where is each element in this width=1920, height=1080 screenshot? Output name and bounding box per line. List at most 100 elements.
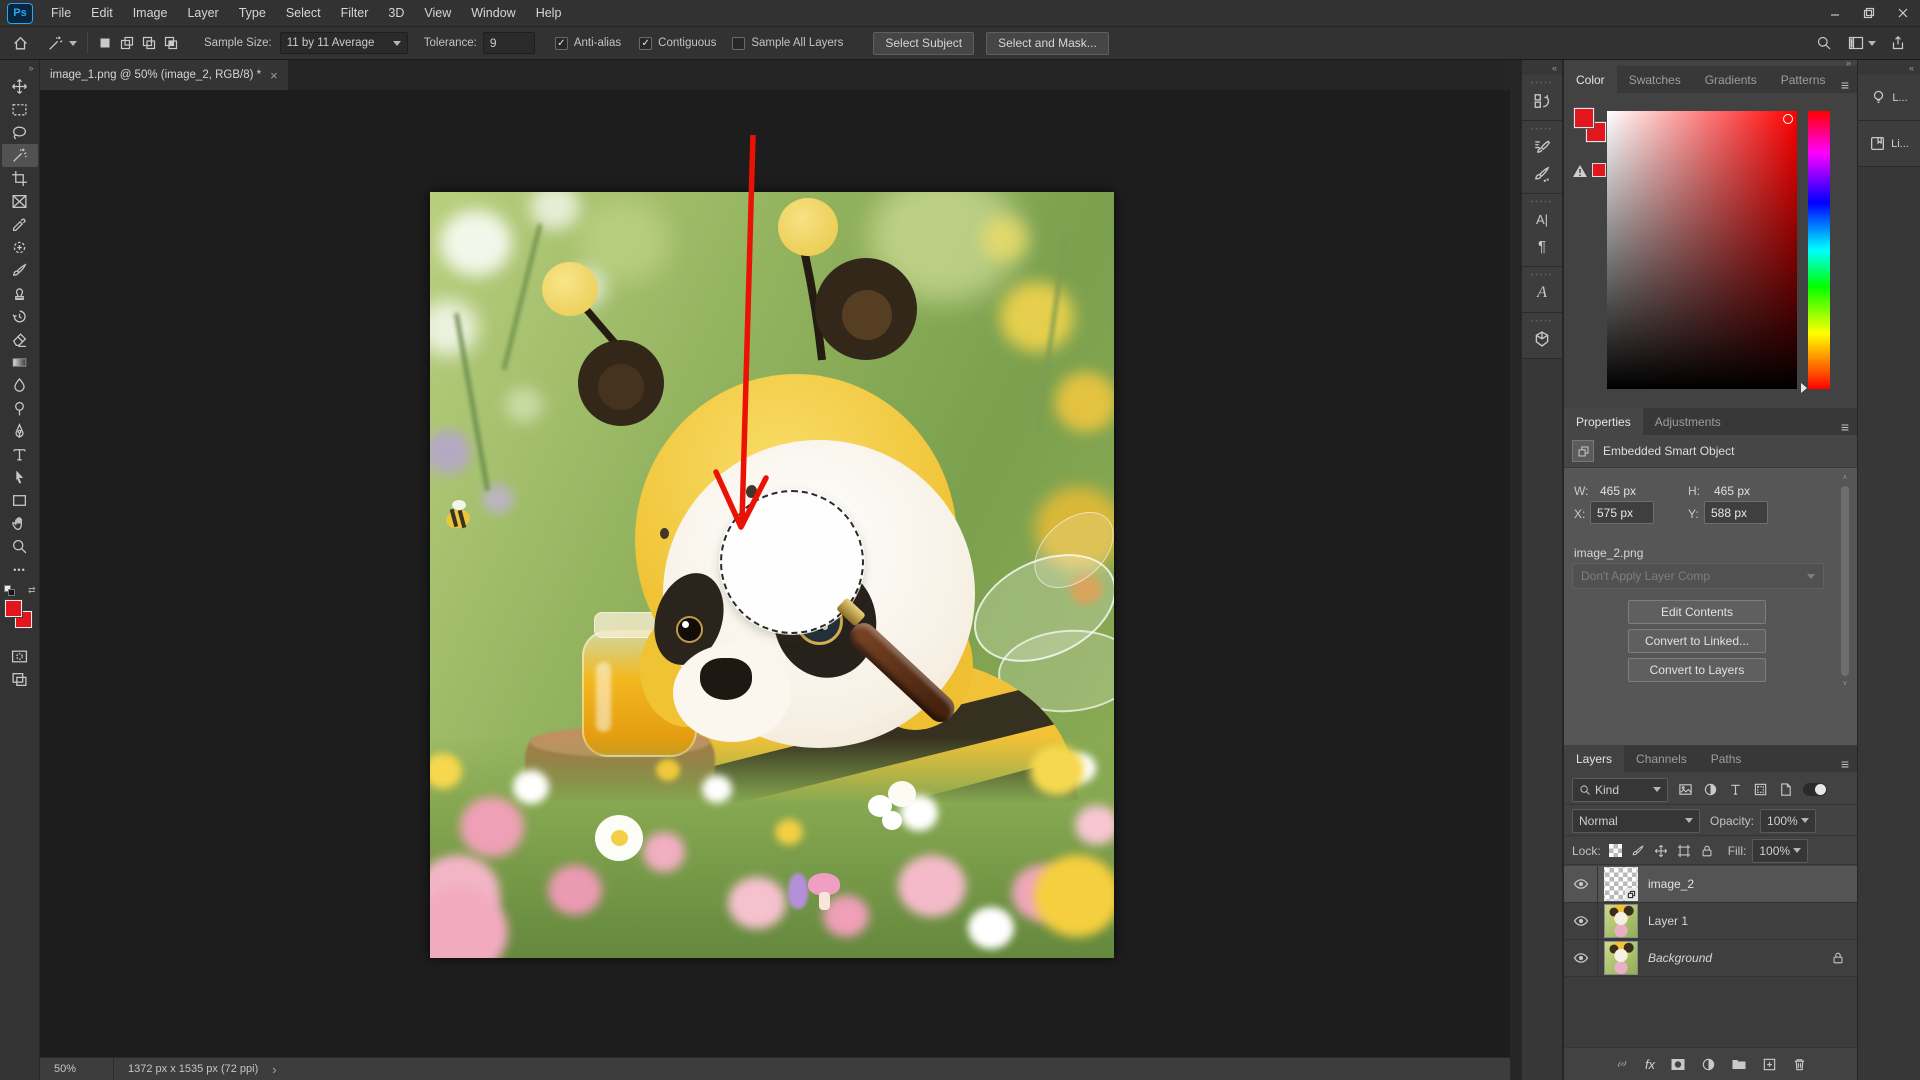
spot-healing-tool-icon[interactable] (2, 236, 38, 259)
paragraph-panel-icon[interactable]: ¶ (1525, 233, 1559, 260)
selection-add-icon[interactable] (120, 36, 134, 50)
filter-shape-icon[interactable] (1753, 782, 1768, 797)
tab-paths[interactable]: Paths (1699, 745, 1754, 772)
brush-tool-icon[interactable] (2, 259, 38, 282)
more-tools-icon[interactable]: ••• (2, 558, 38, 581)
hand-tool-icon[interactable] (2, 512, 38, 535)
layer-thumbnail[interactable] (1604, 904, 1638, 938)
anti-alias-checkbox[interactable]: ✓Anti-alias (555, 37, 621, 50)
tab-layers[interactable]: Layers (1564, 745, 1624, 772)
visibility-eye-icon[interactable] (1564, 940, 1598, 976)
new-adjustment-layer-icon[interactable] (1701, 1057, 1716, 1072)
marquee-tool-icon[interactable] (2, 98, 38, 121)
lock-transparency-icon[interactable] (1609, 844, 1622, 857)
menu-window[interactable]: Window (461, 0, 525, 27)
menu-3d[interactable]: 3D (378, 0, 414, 27)
gradient-tool-icon[interactable] (2, 351, 38, 374)
frame-tool-icon[interactable] (2, 190, 38, 213)
tab-gradients[interactable]: Gradients (1693, 66, 1769, 93)
eyedropper-tool-icon[interactable] (2, 213, 38, 236)
opacity-input[interactable]: 100% (1760, 809, 1816, 833)
workspace-icon[interactable] (1848, 35, 1876, 51)
filter-smart-object-icon[interactable] (1778, 782, 1793, 797)
lasso-tool-icon[interactable] (2, 121, 38, 144)
minimize-icon[interactable] (1818, 0, 1852, 26)
delete-layer-icon[interactable] (1792, 1057, 1807, 1072)
tab-swatches[interactable]: Swatches (1617, 66, 1693, 93)
eraser-tool-icon[interactable] (2, 328, 38, 351)
visibility-eye-icon[interactable] (1564, 866, 1598, 902)
history-brush-tool-icon[interactable] (2, 305, 38, 328)
select-and-mask-button[interactable]: Select and Mask... (986, 32, 1109, 55)
menu-type[interactable]: Type (229, 0, 276, 27)
layer-thumbnail[interactable] (1604, 941, 1638, 975)
convert-to-layers-button[interactable]: Convert to Layers (1628, 658, 1766, 682)
brushes-panel-icon[interactable] (1525, 160, 1559, 187)
dodge-tool-icon[interactable] (2, 397, 38, 420)
layer-comp-dropdown[interactable]: Don't Apply Layer Comp (1572, 563, 1824, 589)
convert-to-linked-button[interactable]: Convert to Linked... (1628, 629, 1766, 653)
layer-row-image-2[interactable]: image_2 (1564, 866, 1857, 903)
crop-tool-icon[interactable] (2, 167, 38, 190)
home-icon[interactable] (12, 35, 29, 52)
color-field[interactable] (1607, 111, 1797, 389)
menu-view[interactable]: View (414, 0, 461, 27)
brush-settings-panel-icon[interactable] (1525, 133, 1559, 160)
rail-collapse-icon[interactable]: « (1522, 60, 1562, 75)
restore-icon[interactable] (1852, 0, 1886, 26)
sample-all-layers-checkbox[interactable]: ✓Sample All Layers (732, 37, 843, 50)
layer-filter-dropdown[interactable]: Kind (1572, 778, 1668, 802)
tab-properties[interactable]: Properties (1564, 408, 1643, 435)
menu-layer[interactable]: Layer (177, 0, 228, 27)
glyphs-panel-icon[interactable]: A (1525, 279, 1559, 306)
x-input[interactable]: 575 px (1590, 501, 1654, 524)
menu-help[interactable]: Help (526, 0, 572, 27)
layer-name[interactable]: Background (1648, 951, 1712, 965)
share-icon[interactable] (1890, 35, 1906, 51)
layer-thumbnail[interactable] (1604, 867, 1638, 901)
foreground-color-swatch[interactable] (5, 600, 22, 617)
status-chevron-icon[interactable]: › (272, 1062, 276, 1077)
filter-image-icon[interactable] (1678, 782, 1693, 797)
layer-lock-icon[interactable] (1831, 951, 1845, 965)
layer-name[interactable]: image_2 (1648, 877, 1694, 891)
color-foreground-swatch[interactable] (1574, 108, 1594, 128)
learn-panel-button[interactable]: L... (1858, 75, 1920, 121)
screen-mode-icon[interactable] (2, 668, 38, 691)
color-panel-menu-icon[interactable]: ≡ (1841, 77, 1849, 93)
3d-panel-icon[interactable] (1525, 325, 1559, 352)
properties-scrollbar[interactable]: ˄ ˅ (1839, 474, 1851, 729)
filter-type-icon[interactable] (1728, 782, 1743, 797)
canvas-image[interactable] (430, 192, 1114, 958)
tab-adjustments[interactable]: Adjustments (1643, 408, 1733, 435)
new-group-icon[interactable] (1731, 1056, 1747, 1072)
pen-tool-icon[interactable] (2, 420, 38, 443)
blur-tool-icon[interactable] (2, 374, 38, 397)
foreground-background-colors[interactable]: ⇄ (2, 585, 38, 637)
character-panel-icon[interactable]: A| (1525, 206, 1559, 233)
quick-mask-icon[interactable] (2, 645, 38, 668)
select-subject-button[interactable]: Select Subject (873, 32, 974, 55)
zoom-tool-icon[interactable] (2, 535, 38, 558)
selection-subtract-icon[interactable] (142, 36, 156, 50)
layer-name[interactable]: Layer 1 (1648, 914, 1688, 928)
pasteboard[interactable] (40, 90, 1510, 1057)
tab-patterns[interactable]: Patterns (1769, 66, 1838, 93)
menu-image[interactable]: Image (123, 0, 178, 27)
tolerance-input[interactable]: 9 (483, 32, 535, 54)
magic-wand-tool-icon[interactable] (2, 144, 38, 167)
sample-size-dropdown[interactable]: 11 by 11 Average (280, 32, 408, 54)
rectangle-tool-icon[interactable] (2, 489, 38, 512)
layer-row-background[interactable]: Background (1564, 940, 1857, 977)
move-tool-icon[interactable] (2, 75, 38, 98)
hue-slider-marker[interactable] (1801, 383, 1807, 393)
layer-effects-icon[interactable]: fx (1645, 1057, 1655, 1072)
menu-edit[interactable]: Edit (81, 0, 123, 27)
clone-stamp-tool-icon[interactable] (2, 282, 38, 305)
filter-adjustment-icon[interactable] (1703, 782, 1718, 797)
menu-select[interactable]: Select (276, 0, 331, 27)
fill-input[interactable]: 100% (1752, 839, 1808, 863)
tab-channels[interactable]: Channels (1624, 745, 1699, 772)
visibility-eye-icon[interactable] (1564, 903, 1598, 939)
y-input[interactable]: 588 px (1704, 501, 1768, 524)
